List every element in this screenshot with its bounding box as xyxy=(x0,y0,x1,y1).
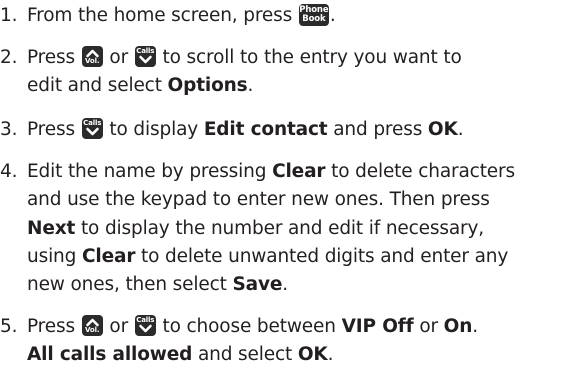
step-text: Edit the name by pressing xyxy=(27,161,267,182)
step-3: 3. Press Calls to display Edit contact a… xyxy=(0,116,464,144)
step-text: to delete unwanted digits and enter any xyxy=(141,245,509,267)
step-emphasis: OK xyxy=(297,344,328,366)
step-line: Press Vol. or Calls to choose between VI… xyxy=(27,313,478,341)
calls-down-key-icon: Calls xyxy=(134,315,156,336)
step-text: . xyxy=(457,119,464,140)
step-text: . xyxy=(329,5,336,26)
step-emphasis: Edit contact xyxy=(203,119,328,140)
step-text: to display the number and edit if necess… xyxy=(80,217,485,239)
step-2: 2. Press Vol. or Calls to scroll to the … xyxy=(0,44,462,101)
step-line: and use the keypad to enter new ones. Th… xyxy=(27,186,515,214)
step-1: 1. From the home screen, press Phone Boo… xyxy=(0,2,336,30)
step-text: . xyxy=(472,316,479,337)
step-text: to scroll to the entry you want to xyxy=(162,47,462,68)
calls-key-label: Calls xyxy=(136,316,155,324)
step-text: Press xyxy=(27,119,75,140)
step-number: 1. xyxy=(0,5,18,26)
step-text: or xyxy=(109,47,129,68)
step-text: using xyxy=(27,245,77,267)
step-5: 5. Press Vol. or Calls to choose between… xyxy=(0,313,478,370)
step-line: using Clear to delete unwanted digits an… xyxy=(27,243,515,271)
step-emphasis: Next xyxy=(27,217,76,239)
step-text: to delete characters xyxy=(331,161,515,182)
step-number: 5. xyxy=(0,316,18,337)
phone-book-key-label-line2: Book xyxy=(302,14,326,24)
step-text: to choose between xyxy=(162,316,336,337)
step-line: From the home screen, press Phone Book . xyxy=(27,2,336,30)
step-text: or xyxy=(419,316,438,337)
step-text: or xyxy=(109,316,129,337)
step-number: 4. xyxy=(0,161,18,182)
step-number: 3. xyxy=(0,119,18,140)
step-line: All calls allowed and select OK. xyxy=(27,341,478,369)
step-line: Edit the name by pressing Clear to delet… xyxy=(27,158,515,186)
step-emphasis: All calls allowed xyxy=(27,344,193,366)
step-emphasis: VIP Off xyxy=(341,316,414,337)
step-line: Press Vol. or Calls to scroll to the ent… xyxy=(27,44,462,72)
step-line: Press Calls to display Edit contact and … xyxy=(27,116,464,144)
step-emphasis: OK xyxy=(427,119,458,140)
step-text: . xyxy=(247,75,254,97)
step-line: Next to display the number and edit if n… xyxy=(27,215,515,243)
step-text: . xyxy=(282,274,289,296)
step-emphasis: On xyxy=(443,316,473,337)
step-emphasis: Clear xyxy=(81,245,136,267)
vol-up-key-icon: Vol. xyxy=(81,315,103,336)
calls-down-key-icon: Calls xyxy=(134,46,156,67)
vol-key-label: Vol. xyxy=(85,57,100,65)
vol-key-label: Vol. xyxy=(85,326,100,334)
step-text: edit and select xyxy=(27,75,162,97)
calls-down-key-icon: Calls xyxy=(81,118,103,139)
step-text: and select xyxy=(197,344,293,366)
phone-book-key-icon: Phone Book xyxy=(298,4,329,26)
calls-key-label: Calls xyxy=(136,47,155,55)
step-text: Press xyxy=(27,316,75,337)
step-emphasis: Save xyxy=(232,274,283,296)
step-text: and use the keypad to enter new ones. Th… xyxy=(27,189,490,211)
step-text: . xyxy=(327,344,334,366)
step-number: 2. xyxy=(0,47,18,68)
step-line: edit and select Options. xyxy=(27,72,462,100)
step-text: and press xyxy=(333,119,423,140)
step-text: to display xyxy=(109,119,199,140)
calls-key-label: Calls xyxy=(83,119,102,127)
step-line: new ones, then select Save. xyxy=(27,271,515,299)
step-emphasis: Options xyxy=(167,75,248,97)
step-text: From the home screen, press xyxy=(27,5,293,26)
step-emphasis: Clear xyxy=(272,161,326,182)
step-text: Press xyxy=(27,47,75,68)
vol-up-key-icon: Vol. xyxy=(81,46,103,67)
step-text: new ones, then select xyxy=(27,274,227,296)
step-4: 4. Edit the name by pressing Clear to de… xyxy=(0,158,515,299)
instruction-document: 1. From the home screen, press Phone Boo… xyxy=(0,0,583,389)
